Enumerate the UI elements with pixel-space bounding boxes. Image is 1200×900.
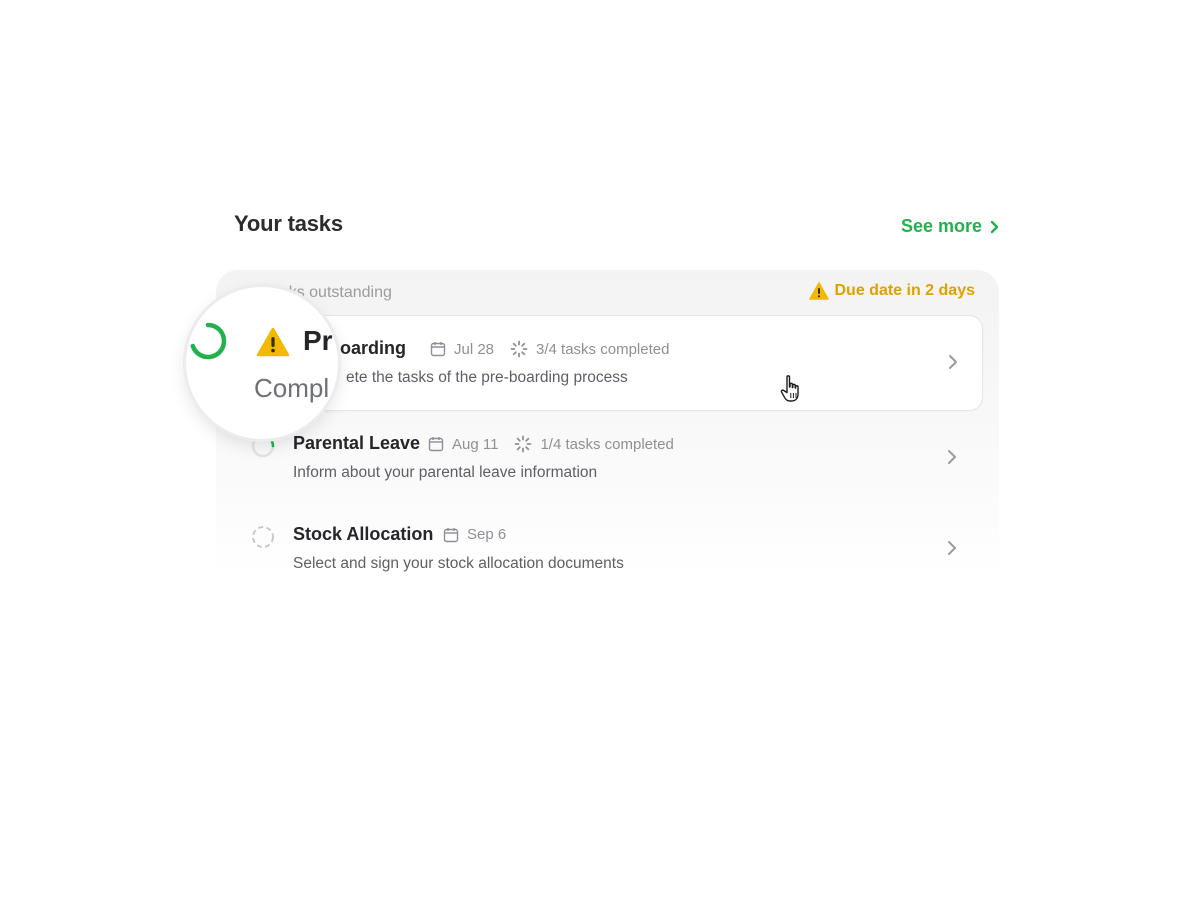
chevron-right-icon[interactable] [948, 354, 958, 370]
warning-icon [808, 282, 829, 300]
task-row-stock-allocation[interactable]: Stock Allocation Sep 6 Select and sign y… [216, 502, 981, 574]
chevron-right-icon [990, 220, 999, 233]
task-progress: 3/4 tasks completed [536, 340, 670, 358]
magnifier-lens: Pr Compl [186, 287, 338, 439]
see-more-link[interactable]: See more [901, 216, 999, 237]
task-name: oarding [340, 338, 406, 358]
task-row-parental-leave[interactable]: Parental Leave Aug 11 1/4 tasks complete… [216, 411, 981, 505]
spinner-icon [510, 340, 528, 358]
calendar-icon [428, 437, 444, 452]
panel-header: 3 tasks outstanding Due date in 2 days [216, 282, 999, 306]
progress-ring-icon [190, 322, 227, 360]
hand-cursor-icon [780, 375, 799, 402]
due-notice: Due date in 2 days [808, 282, 976, 300]
magnified-task-subtitle: Compl [254, 373, 330, 403]
task-description: ete the tasks of the pre-boarding proces… [346, 369, 628, 386]
task-description: Inform about your parental leave informa… [293, 464, 598, 481]
pending-ring-icon [252, 526, 274, 548]
section-title: Your tasks [234, 211, 343, 236]
warning-icon [256, 327, 290, 357]
chevron-right-icon[interactable] [947, 540, 957, 556]
due-notice-text: Due date in 2 days [834, 282, 976, 299]
magnified-task-title: Pr [303, 325, 333, 356]
tasks-panel: 3 tasks outstanding Due date in 2 days o… [216, 270, 999, 574]
task-meta: Sep 6 [443, 526, 506, 543]
task-date: Aug 11 [452, 435, 499, 453]
task-date: Sep 6 [467, 526, 507, 543]
spinner-icon [515, 435, 532, 453]
see-more-label: See more [901, 216, 983, 236]
task-meta: Jul 28 3/4 tasks completed [430, 340, 669, 358]
calendar-icon [443, 527, 459, 542]
task-description: Select and sign your stock allocation do… [293, 555, 624, 572]
task-name: Stock Allocation [293, 524, 434, 544]
task-name: Parental Leave [293, 433, 421, 453]
task-row-preboarding[interactable]: oarding Jul 28 3/4 tasks completed ete t… [229, 315, 983, 411]
chevron-right-icon[interactable] [947, 449, 957, 465]
task-meta: Aug 11 1/4 tasks completed [428, 435, 674, 453]
task-progress: 1/4 tasks completed [540, 435, 674, 453]
task-date: Jul 28 [454, 340, 495, 358]
calendar-icon [430, 342, 446, 357]
